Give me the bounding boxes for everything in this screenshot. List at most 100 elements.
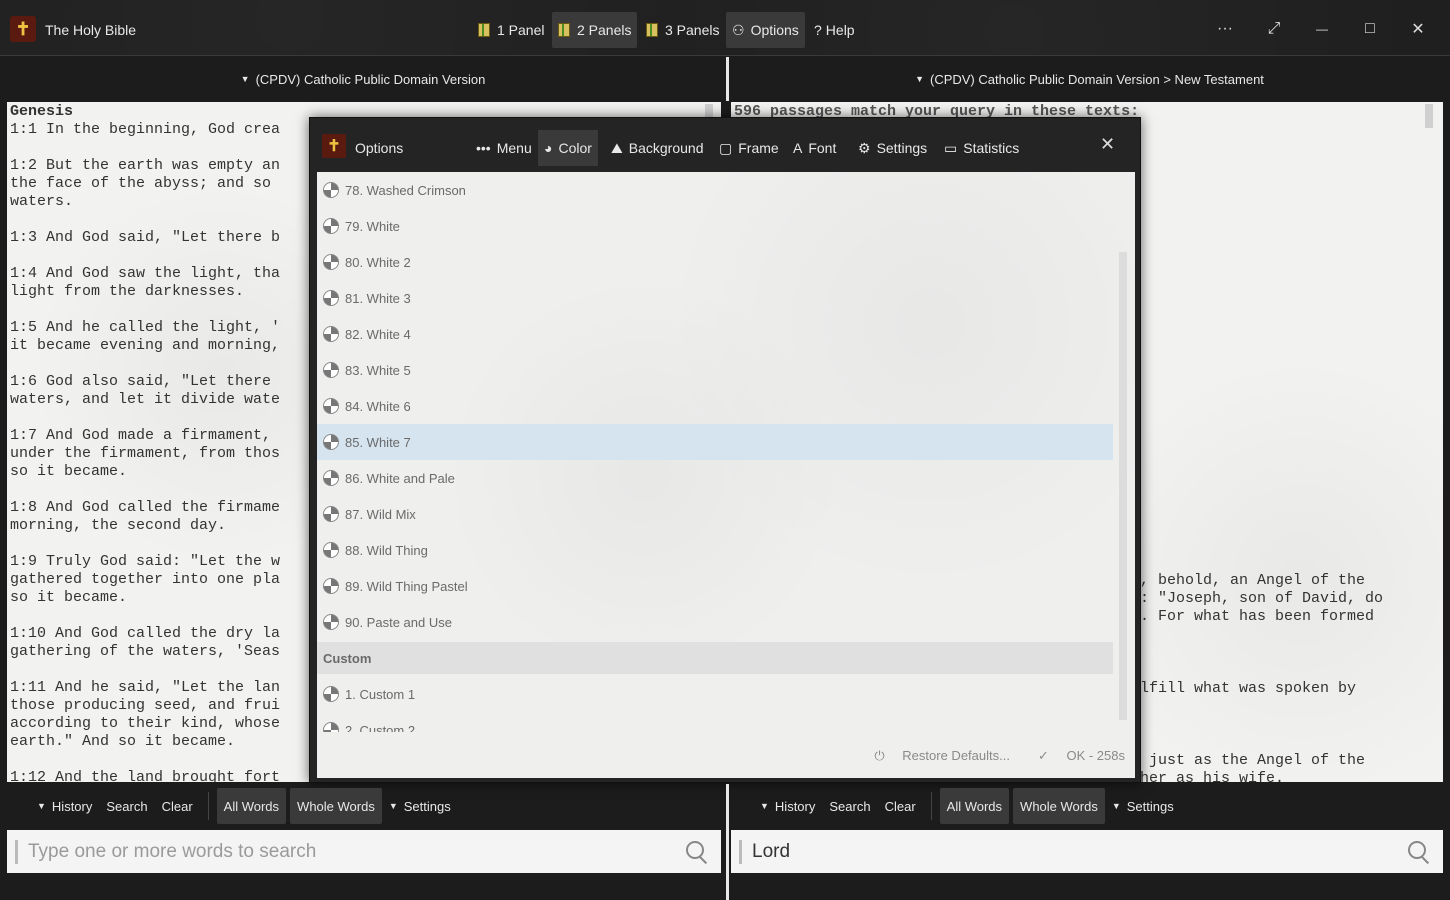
- search-button[interactable]: Search: [822, 788, 877, 824]
- color-item-label: 80. White 2: [345, 254, 411, 270]
- tab-menu-label: Menu: [496, 140, 532, 156]
- color-item[interactable]: 84. White 6: [317, 388, 1113, 424]
- tab-settings-label: Settings: [876, 140, 928, 156]
- custom-color-item[interactable]: 1. Custom 1: [317, 676, 1113, 712]
- color-item[interactable]: 80. White 2: [317, 244, 1113, 280]
- color-item[interactable]: 81. White 3: [317, 280, 1113, 316]
- right-scrollbar[interactable]: [1425, 104, 1433, 128]
- settings-label: Settings: [1126, 798, 1174, 814]
- grip-icon: [15, 839, 18, 864]
- color-item[interactable]: 89. Wild Thing Pastel: [317, 568, 1113, 604]
- color-list-scrollbar[interactable]: [1119, 252, 1127, 720]
- cross-icon: ✝: [322, 134, 346, 158]
- tab-font[interactable]: A Font: [787, 130, 842, 166]
- color-item[interactable]: 83. White 5: [317, 352, 1113, 388]
- two-panels-button[interactable]: 2 Panels: [552, 12, 638, 48]
- color-item-label: 85. White 7: [345, 434, 411, 450]
- chevron-down-icon: ▼: [1111, 801, 1121, 811]
- search-settings-button[interactable]: ▼ Settings: [1105, 788, 1181, 824]
- history-button[interactable]: ▼ History: [753, 788, 822, 824]
- one-panel-button[interactable]: 1 Panel: [472, 12, 550, 48]
- more-icon[interactable]: ···: [1210, 14, 1240, 44]
- clear-button[interactable]: Clear: [878, 788, 923, 824]
- color-settings-body: 78. Washed Crimson 79. White 80. White 2…: [317, 172, 1135, 778]
- search-input[interactable]: [752, 840, 1407, 863]
- tab-menu[interactable]: ••• Menu: [470, 130, 538, 166]
- tab-background[interactable]: ⛰ Background: [605, 130, 709, 166]
- color-ball-icon: [323, 722, 339, 732]
- chevron-down-icon: ▼: [37, 801, 46, 811]
- three-panels-button[interactable]: 3 Panels: [640, 12, 725, 48]
- tab-statistics[interactable]: ▭ Statistics: [938, 130, 1025, 166]
- minimize-icon[interactable]: —: [1307, 14, 1337, 44]
- one-panel-label: 1 Panel: [497, 22, 545, 38]
- two-panels-label: 2 Panels: [577, 22, 632, 38]
- dialog-close-icon[interactable]: ✕: [1100, 134, 1115, 155]
- color-item[interactable]: 87. Wild Mix: [317, 496, 1113, 532]
- result-fragment: : "Joseph, son of David, do: [1140, 590, 1384, 607]
- search-input[interactable]: [28, 840, 685, 863]
- tab-background-label: Background: [628, 140, 704, 156]
- color-ball-icon: [323, 506, 339, 522]
- restore-defaults-button[interactable]: ⏻ Restore Defaults...: [860, 748, 1010, 764]
- close-icon[interactable]: ✕: [1403, 14, 1433, 44]
- three-panels-label: 3 Panels: [665, 22, 720, 38]
- help-button[interactable]: ? Help: [808, 12, 861, 48]
- options-button[interactable]: ⚇ Options: [726, 12, 805, 48]
- dialog-title: Options: [355, 140, 404, 156]
- color-item[interactable]: 82. White 4: [317, 316, 1113, 352]
- color-item-selected[interactable]: 85. White 7: [317, 424, 1113, 460]
- help-label: Help: [825, 22, 855, 38]
- all-words-button[interactable]: All Words: [939, 788, 1010, 824]
- help-icon: ?: [814, 22, 822, 38]
- color-ball-icon: [323, 470, 339, 486]
- color-item-label: 1. Custom 1: [345, 686, 416, 702]
- all-words-button[interactable]: All Words: [216, 788, 287, 824]
- settings-label: Settings: [403, 798, 451, 814]
- result-fragment: , behold, an Angel of the: [1140, 572, 1366, 589]
- color-item-label: 90. Paste and Use: [345, 614, 452, 630]
- history-button[interactable]: ▼ History: [30, 788, 99, 824]
- toolbar-separator: [207, 792, 209, 820]
- whole-words-button[interactable]: Whole Words: [1013, 788, 1105, 824]
- search-icon[interactable]: [685, 840, 709, 864]
- tab-color[interactable]: ◕ Color: [538, 130, 598, 166]
- tab-statistics-label: Statistics: [963, 140, 1020, 156]
- search-settings-button[interactable]: ▼ Settings: [382, 788, 458, 824]
- color-wheel-icon: ◕: [544, 140, 553, 156]
- ok-button[interactable]: ✓ OK - 258s: [1024, 748, 1125, 764]
- maximize-icon[interactable]: □: [1355, 14, 1385, 44]
- color-item[interactable]: 86. White and Pale: [317, 460, 1113, 496]
- check-icon: ✓: [1037, 748, 1053, 763]
- color-item[interactable]: 78. Washed Crimson: [317, 172, 1113, 208]
- color-item[interactable]: 79. White: [317, 208, 1113, 244]
- whole-words-button[interactable]: Whole Words: [290, 788, 382, 824]
- left-search-box: [7, 830, 721, 873]
- right-panel-header[interactable]: ▼ (CPDV) Catholic Public Domain Version …: [729, 57, 1450, 101]
- left-panel-header[interactable]: ▼ (CPDV) Catholic Public Domain Version: [0, 57, 726, 101]
- grip-icon: [739, 839, 742, 864]
- custom-color-item[interactable]: 2. Custom 2: [317, 712, 1113, 732]
- tab-frame[interactable]: ▢ Frame: [713, 130, 785, 166]
- color-item[interactable]: 90. Paste and Use: [317, 604, 1113, 640]
- color-list[interactable]: 78. Washed Crimson 79. White 80. White 2…: [317, 172, 1113, 732]
- color-ball-icon: [323, 686, 339, 702]
- ok-label: OK - 258s: [1066, 748, 1125, 763]
- custom-group-header: Custom: [317, 642, 1113, 674]
- color-item-label: 89. Wild Thing Pastel: [345, 578, 468, 594]
- expand-icon[interactable]: ⤢: [1259, 14, 1289, 44]
- color-item-label: 87. Wild Mix: [345, 506, 416, 522]
- color-ball-icon: [323, 326, 339, 342]
- search-icon[interactable]: [1407, 840, 1431, 864]
- search-button[interactable]: Search: [99, 788, 154, 824]
- clear-button[interactable]: Clear: [155, 788, 200, 824]
- color-item[interactable]: 88. Wild Thing: [317, 532, 1113, 568]
- tab-settings[interactable]: ⚙ Settings: [852, 130, 933, 166]
- color-ball-icon: [323, 218, 339, 234]
- history-label: History: [51, 798, 93, 814]
- history-label: History: [774, 798, 816, 814]
- panel-divider[interactable]: [726, 784, 729, 900]
- font-icon: A: [793, 140, 803, 156]
- right-search-box: [731, 830, 1443, 873]
- toolbar-separator: [930, 792, 932, 820]
